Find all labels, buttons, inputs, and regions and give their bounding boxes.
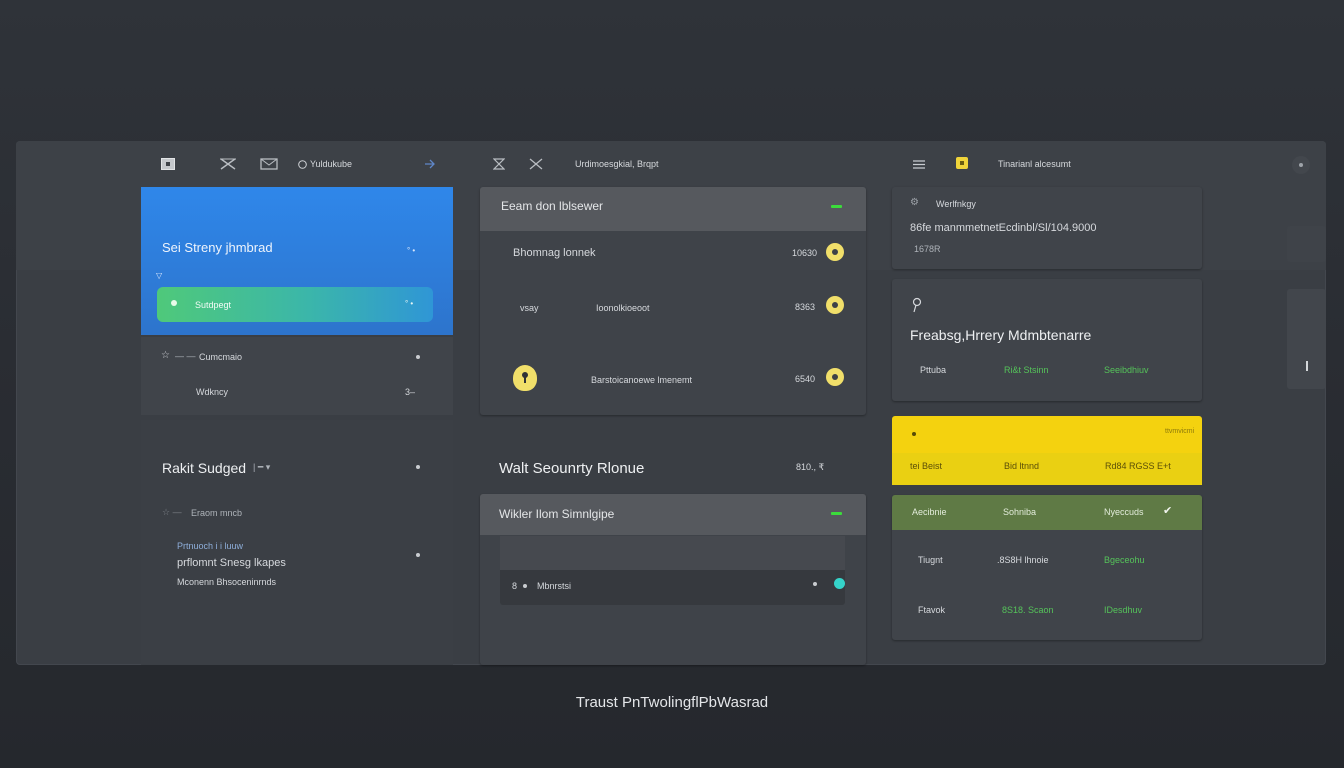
- side-panel-top[interactable]: [1287, 226, 1326, 262]
- row-label[interactable]: Bhomnag lonnek: [513, 247, 596, 259]
- blue-card-menu[interactable]: ° •: [407, 246, 415, 255]
- star-icon: ☆ —: [162, 507, 182, 517]
- status-dot[interactable]: [826, 243, 844, 261]
- right-card-1[interactable]: ⚙ Werlfnkgy 86fe manmmetnetEcdinbl/Sl/10…: [892, 187, 1202, 269]
- left-section-2: Rakit Sudged | ━ ▾ ☆ — Eraom mncb Prtnuo…: [141, 420, 453, 665]
- list-item-label[interactable]: Cumcmaio: [199, 352, 242, 362]
- right-card-1-sub: 1678R: [914, 244, 941, 254]
- blue-card-title: Sei Streny jhmbrad: [162, 240, 273, 255]
- middle-card-1-header[interactable]: Eeam don lblsewer: [480, 187, 866, 231]
- arrow-icon[interactable]: [423, 158, 437, 170]
- middle-section-value: 810., ₹: [796, 462, 825, 472]
- selected-item-label: Sutdpegt: [195, 300, 232, 310]
- row-value: 8363: [795, 302, 816, 312]
- square-icon[interactable]: [160, 157, 176, 171]
- close-icon[interactable]: [218, 157, 238, 171]
- section2-title: Rakit Sudged: [162, 460, 247, 476]
- collapse-icon[interactable]: [831, 205, 842, 208]
- section2-line1[interactable]: Prtnuoch i i luuw: [177, 541, 243, 551]
- right-card-1-line: 86fe manmmetnetEcdinbl/Sl/104.9000: [910, 222, 1097, 234]
- input-area[interactable]: [500, 536, 845, 570]
- list-item-value: 3–: [405, 387, 416, 397]
- teal-status-dot[interactable]: [834, 578, 845, 589]
- middle-card-2-header[interactable]: Wikler Ilom Simnlgipe: [480, 494, 866, 535]
- right-card-1-title: Werlfnkgy: [936, 199, 976, 209]
- toolbar-center-label[interactable]: Urdimoesgkial, Brqpt: [575, 159, 659, 169]
- status-dot[interactable]: [826, 296, 844, 314]
- right-card-2-title: Freabsg,Hrrery Mdmbtenarre: [910, 327, 1092, 343]
- section2-line2[interactable]: prflomnt Snesg lkapes: [177, 557, 286, 569]
- table-row[interactable]: Tiugnt .8S8H lhnoie Bgeceohu: [892, 530, 1202, 585]
- chevron-down-icon[interactable]: ▽: [156, 271, 162, 280]
- profile-button[interactable]: [1292, 156, 1310, 174]
- pin-icon: [912, 297, 922, 313]
- row-value: 6540: [795, 374, 816, 384]
- list-item-label[interactable]: Wdkncy: [196, 387, 228, 397]
- selected-item-menu[interactable]: ° •: [405, 299, 413, 308]
- list-item-dot: [416, 355, 420, 359]
- menu-icon[interactable]: [912, 158, 926, 170]
- blue-card-selected-item[interactable]: Sutdpegt ° •: [157, 287, 433, 322]
- section2-line3[interactable]: Mconenn Bhsoceninrnds: [177, 577, 276, 587]
- yellow-summary-card[interactable]: ttvmvicmi tei Beist Bid ltnnd Rd84 RGSS …: [892, 416, 1202, 485]
- gear-icon: ⚙: [910, 197, 919, 208]
- table-row[interactable]: Ftavok 8S18. Scaon IDesdhuv: [892, 585, 1202, 640]
- row-label[interactable]: vsay: [520, 303, 539, 313]
- collapse-icon[interactable]: [831, 512, 842, 515]
- middle-card-1-title: Eeam don lblsewer: [501, 199, 604, 213]
- shield-icon: [513, 365, 537, 391]
- left-list-card: ☆ — — Cumcmaio Wdkncy 3–: [141, 337, 453, 415]
- hourglass-icon[interactable]: [492, 157, 506, 171]
- selected-item-icon: [171, 300, 177, 306]
- check-icon[interactable]: ✔: [1163, 504, 1172, 517]
- window-icon[interactable]: [259, 157, 279, 171]
- middle-section-title: Walt Seounrty Rlonue: [499, 460, 645, 477]
- input-row[interactable]: 8 Mbnrstsi: [500, 570, 845, 605]
- right-card-2[interactable]: Freabsg,Hrrery Mdmbtenarre Pttuba Ri&t S…: [892, 279, 1202, 401]
- row-sub: Ioonolkioeoot: [596, 303, 650, 313]
- star-icon: ☆: [161, 350, 170, 361]
- footer-label: Traust PnTwolingflPbWasrad: [575, 694, 769, 711]
- status-dot[interactable]: [826, 368, 844, 386]
- yellow-top-right: ttvmvicmi: [1165, 428, 1195, 435]
- section2-subtitle: Eraom mncb: [191, 508, 243, 518]
- input-row-label: Mbnrstsi: [537, 581, 572, 591]
- row-value: 10630: [792, 248, 818, 258]
- right-table: Aecibnie Sohniba Nyeccuds ✔ Tiugnt .8S8H…: [892, 495, 1202, 640]
- toolbar-left-label[interactable]: Yuldukube: [310, 159, 352, 169]
- middle-card-1: Eeam don lblsewer Bhomnag lonnek 10630 v…: [480, 187, 866, 415]
- toolbar-right-label[interactable]: Tinarianl alcesumt: [998, 159, 1071, 169]
- right-table-header: Aecibnie Sohniba Nyeccuds ✔: [892, 495, 1202, 530]
- badge-icon: [956, 157, 968, 169]
- middle-card-2-title: Wikler Ilom Simnlgipe: [499, 507, 615, 521]
- middle-card-2: Wikler Ilom Simnlgipe 8 Mbnrstsi: [480, 494, 866, 665]
- blue-card[interactable]: Sei Streny jhmbrad ° • ▽ Sutdpegt ° •: [141, 187, 453, 335]
- side-panel-scroll[interactable]: [1287, 289, 1326, 389]
- globe-icon: [297, 158, 307, 170]
- cross-icon[interactable]: [528, 157, 544, 171]
- row-sub[interactable]: Barstoicanoewe lmenemt: [591, 375, 692, 385]
